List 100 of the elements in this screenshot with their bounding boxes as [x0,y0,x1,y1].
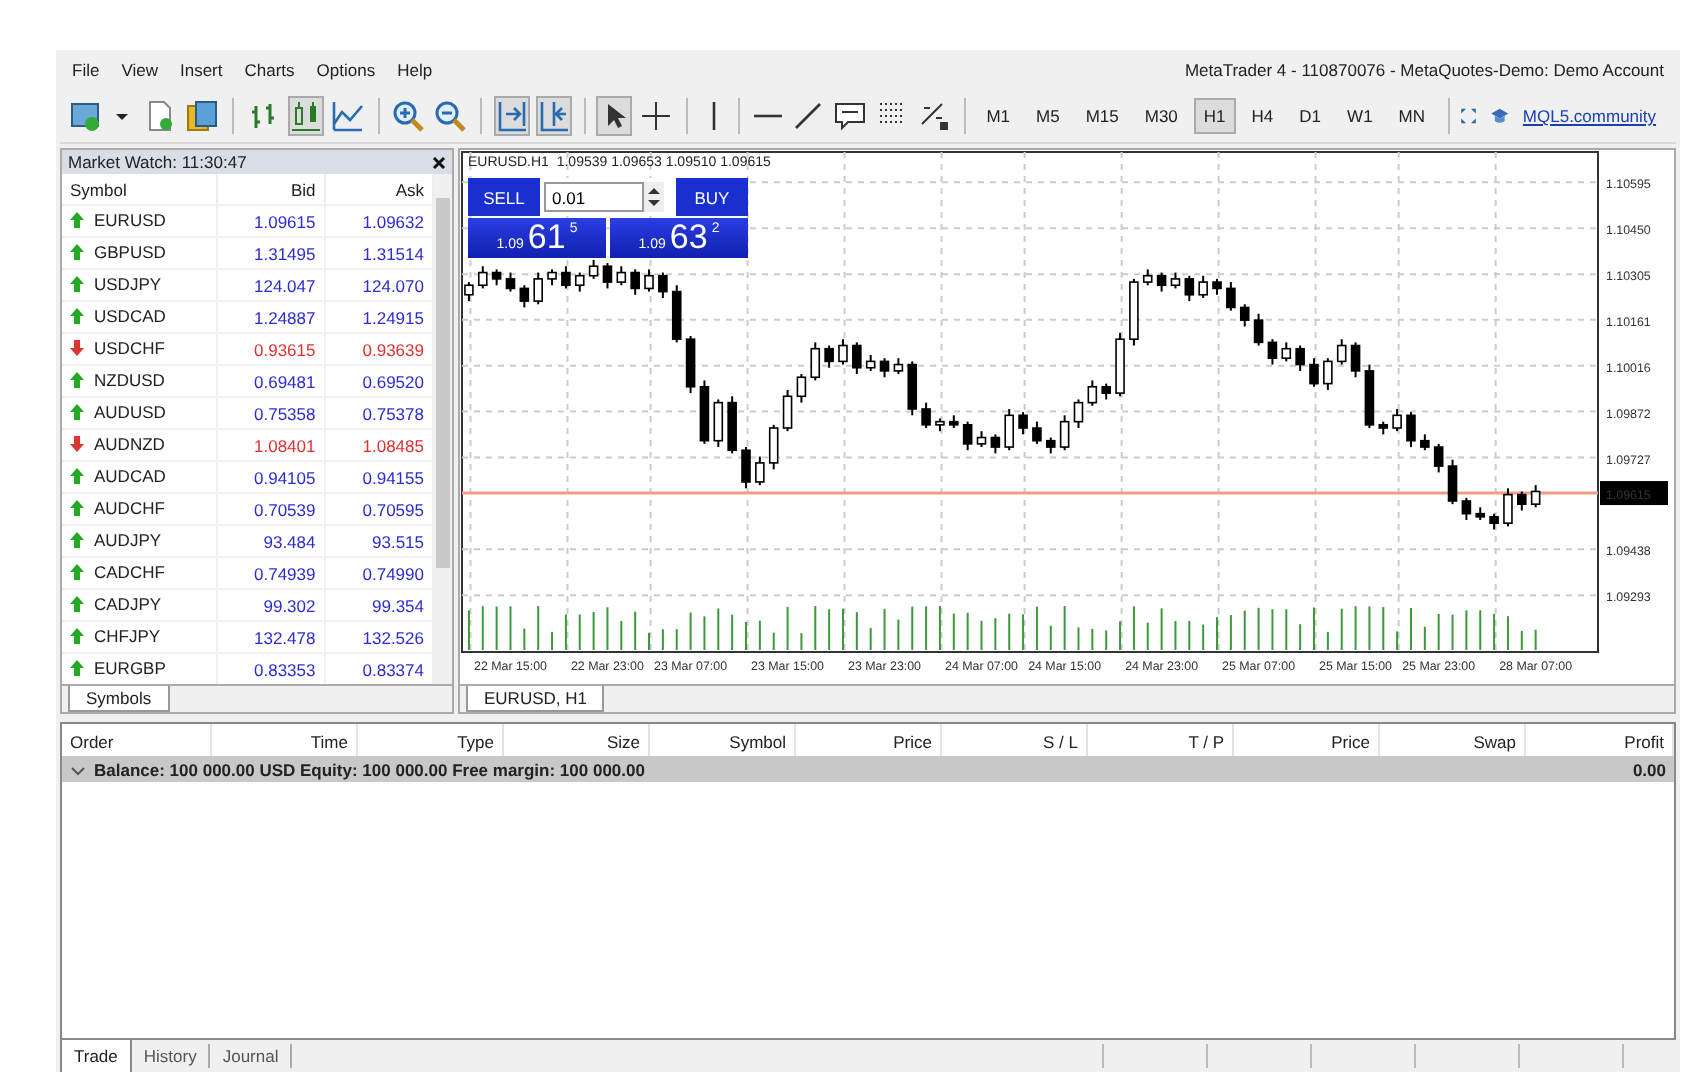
candle [519,284,530,309]
symbol-name: CADJPY [94,594,162,614]
candle [755,455,765,487]
scrollbar[interactable] [434,174,452,684]
candle [768,423,779,471]
crosshair-icon [640,100,673,132]
symbol-name: CHFJPY [94,626,161,646]
bid-price: 1.24887 [216,301,325,333]
candle [1184,274,1195,303]
bid-price: 0.70539 [216,493,325,525]
autoscroll-icon [495,100,528,132]
balance-summary: Balance: 100 000.00 USD Equity: 100 000.00 Free margin: 100 000.00 [94,759,645,779]
candle [685,335,696,395]
candle [464,281,474,303]
timeframe-button[interactable]: M1 [976,98,1021,134]
candle [949,414,959,429]
candle [547,268,557,287]
terminal-tab[interactable]: Journal [210,1044,293,1068]
candlestick-icon [289,100,322,132]
profit-value: 0.00 [1632,759,1666,779]
candle [865,354,876,372]
candle [1392,408,1402,433]
candle [1046,436,1056,455]
candle [561,265,571,290]
bar-chart-icon [247,100,280,132]
bid-price: 124.047 [216,269,325,301]
candle [1530,484,1541,509]
candle [1239,303,1250,328]
toolbar-button[interactable] [596,96,633,136]
column-header[interactable]: Bid [216,174,325,205]
candle [1309,357,1319,388]
candle [1018,411,1028,436]
menu-item[interactable]: Charts [244,60,295,80]
chart-tab[interactable]: EURUSD, H1 [466,686,605,712]
candle [893,357,904,376]
candle [1142,268,1153,287]
candle [1073,398,1084,429]
timeframe-button[interactable]: W1 [1337,98,1383,134]
candle [727,395,737,455]
menu-item[interactable]: Options [316,60,376,80]
candle [824,344,834,369]
window-title: MetaTrader 4 - 110870076 - MetaQuotes-Demo: Demo Account [1184,60,1664,80]
symbol-name: USDJPY [94,274,162,294]
candle [741,446,751,490]
menu-item[interactable]: Insert [179,60,223,80]
symbol-name: USDCHF [94,338,165,358]
menu-item[interactable]: Help [397,60,433,80]
timeframe-button[interactable]: H4 [1241,98,1284,134]
candle [1032,420,1042,445]
panel-tab[interactable]: Symbols [68,686,170,712]
bid-price: 93.484 [216,525,325,557]
bid-price: 1.31495 [216,237,325,269]
document-plus-icon [143,100,176,132]
toolbar-button[interactable] [183,96,220,136]
zoom-in-icon [392,100,425,132]
column-header[interactable]: Symbol [62,174,216,205]
sell-button[interactable]: SELL [468,178,540,216]
candle [491,268,502,287]
timeframe-button[interactable]: MN [1388,98,1436,134]
line-chart-icon [331,100,364,132]
symbol-name: GBPUSD [94,242,166,262]
spinner-icon[interactable] [644,182,664,212]
trend-line-icon [791,100,824,132]
candle [1489,512,1499,531]
candle [879,357,890,379]
terminal-tab[interactable]: Trade [60,1040,132,1072]
candle [990,433,1001,455]
timeframe-button[interactable]: M5 [1026,98,1070,134]
candle [1336,338,1347,366]
bid-price: 132.478 [216,621,325,653]
panel-title: Market Watch: 11:30:47 [68,152,247,172]
timeframe-button[interactable]: M15 [1075,98,1129,134]
menu-item[interactable]: View [121,60,158,80]
candle [782,388,793,433]
toolbar-button[interactable] [638,96,675,136]
candle [921,401,931,429]
close-icon[interactable] [432,155,446,169]
symbol-name: AUDCAD [94,466,166,486]
candle [1364,363,1375,429]
lot-field[interactable]: 0.01 [544,182,644,212]
candle [1253,312,1264,347]
caret-icon [116,113,129,119]
collapse-icon[interactable] [70,761,86,777]
timeframe-button[interactable]: M30 [1134,98,1188,134]
candle [671,284,682,344]
candle [616,265,627,287]
candle [1281,341,1292,363]
bid-price: 1.09615 [216,205,325,237]
candle [852,341,862,376]
horizontal-line-icon [753,114,782,118]
candle [1267,338,1278,366]
terminal-tab[interactable]: History [131,1044,211,1068]
timeframe-button[interactable]: H1 [1193,98,1236,134]
menu-item[interactable]: File [72,60,100,80]
candle [935,417,945,433]
candle [1170,271,1181,290]
candle [1461,496,1472,521]
community-link[interactable]: MQL5.community [1522,106,1657,126]
buy-button[interactable]: BUY [676,178,748,216]
timeframe-button[interactable]: D1 [1289,98,1332,134]
